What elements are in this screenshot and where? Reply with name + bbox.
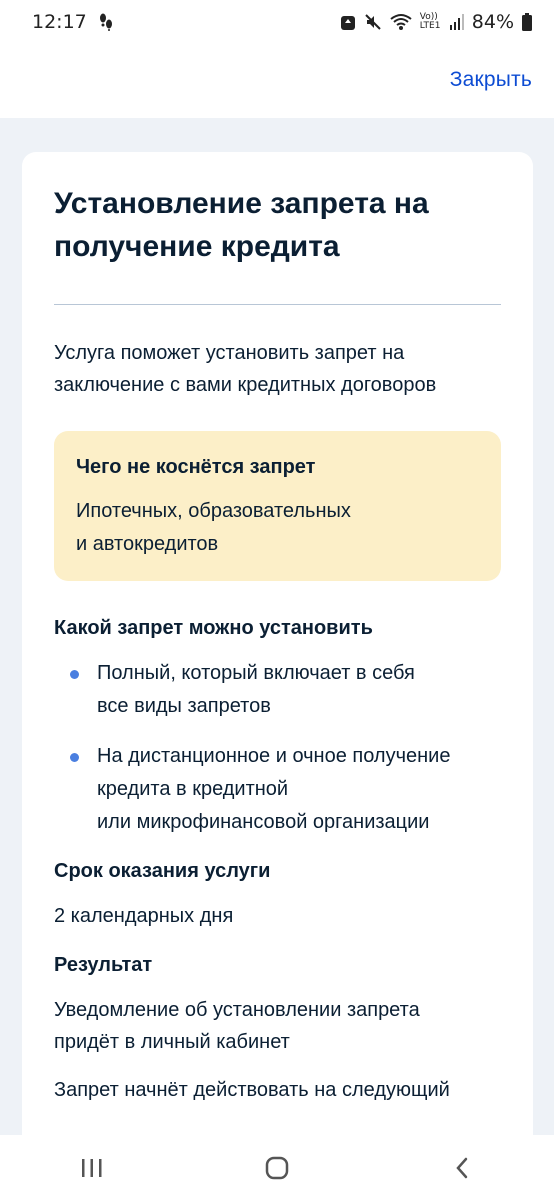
notice-text: Ипотечных, образовательных и автокредито… — [76, 495, 479, 561]
service-description: Услуга поможет установить запрет на закл… — [54, 337, 501, 401]
list-item-line2: все виды запретов — [97, 695, 271, 717]
back-icon — [455, 1157, 467, 1178]
recycle-icon — [340, 13, 356, 31]
status-bar: 12:17 Vo)) LTE1 84% — [0, 0, 554, 44]
intro-line1: Услуга поможет установить запрет на — [54, 342, 405, 364]
footprint-notification-icon — [99, 13, 113, 31]
term-title: Срок оказания услуги — [54, 860, 271, 882]
signal-icon — [449, 14, 464, 30]
term-value: 2 календарных дня — [54, 905, 234, 927]
battery-icon — [522, 13, 532, 31]
result-more-text: Запрет начнёт действовать на следующий — [54, 1079, 450, 1101]
list-item: Полный, который включает в себя все виды… — [54, 657, 501, 723]
notice-line2: и автокредитов — [76, 533, 219, 555]
status-left: 12:17 — [32, 11, 340, 33]
battery-level: 84% — [471, 11, 514, 33]
home-icon — [265, 1156, 289, 1179]
bullet-icon — [70, 753, 79, 762]
list-item: На дистанционное и очное получение креди… — [54, 740, 501, 839]
close-button[interactable]: Закрыть — [450, 68, 532, 92]
home-button[interactable] — [237, 1143, 317, 1193]
result-line2: придёт в личный кабинет — [54, 1031, 290, 1053]
status-time: 12:17 — [32, 11, 87, 33]
list-item-line2: кредита в кредитной — [97, 778, 289, 800]
back-button[interactable] — [422, 1143, 502, 1193]
page-title: Установление запрета на получение кредит… — [54, 182, 501, 268]
bullet-icon — [70, 670, 79, 679]
result-title: Результат — [54, 954, 153, 976]
page-title-line2: получение кредита — [54, 230, 340, 263]
types-title: Какой запрет можно установить — [54, 617, 373, 639]
page-title-line1: Установление запрета на — [54, 187, 429, 220]
list-item-line1: На дистанционное и очное получение — [97, 745, 451, 767]
recent-apps-button[interactable] — [52, 1143, 132, 1193]
result-text: Уведомление об установлении запрета прид… — [54, 994, 501, 1058]
wifi-icon — [390, 13, 412, 31]
result-line1: Уведомление об установлении запрета — [54, 999, 420, 1021]
volte-label: Vo)) LTE1 — [419, 12, 441, 31]
ban-types-list: Полный, который включает в себя все виды… — [54, 657, 501, 839]
list-item-line3: или микрофинансовой организации — [97, 811, 430, 833]
notice-line1: Ипотечных, образовательных — [76, 500, 351, 522]
recent-apps-icon — [82, 1158, 102, 1177]
mute-icon — [364, 13, 382, 31]
status-right: Vo)) LTE1 84% — [340, 11, 532, 33]
service-card: Установление запрета на получение кредит… — [22, 152, 533, 1172]
title-divider — [54, 304, 501, 305]
intro-line2: заключение с вами кредитных договоров — [54, 374, 437, 396]
header: Закрыть — [0, 44, 554, 118]
notice-title: Чего не коснётся запрет — [76, 456, 316, 478]
exclusions-notice: Чего не коснётся запрет Ипотечных, образ… — [54, 431, 501, 581]
system-nav-bar — [0, 1135, 554, 1200]
list-item-line1: Полный, который включает в себя — [97, 662, 415, 684]
